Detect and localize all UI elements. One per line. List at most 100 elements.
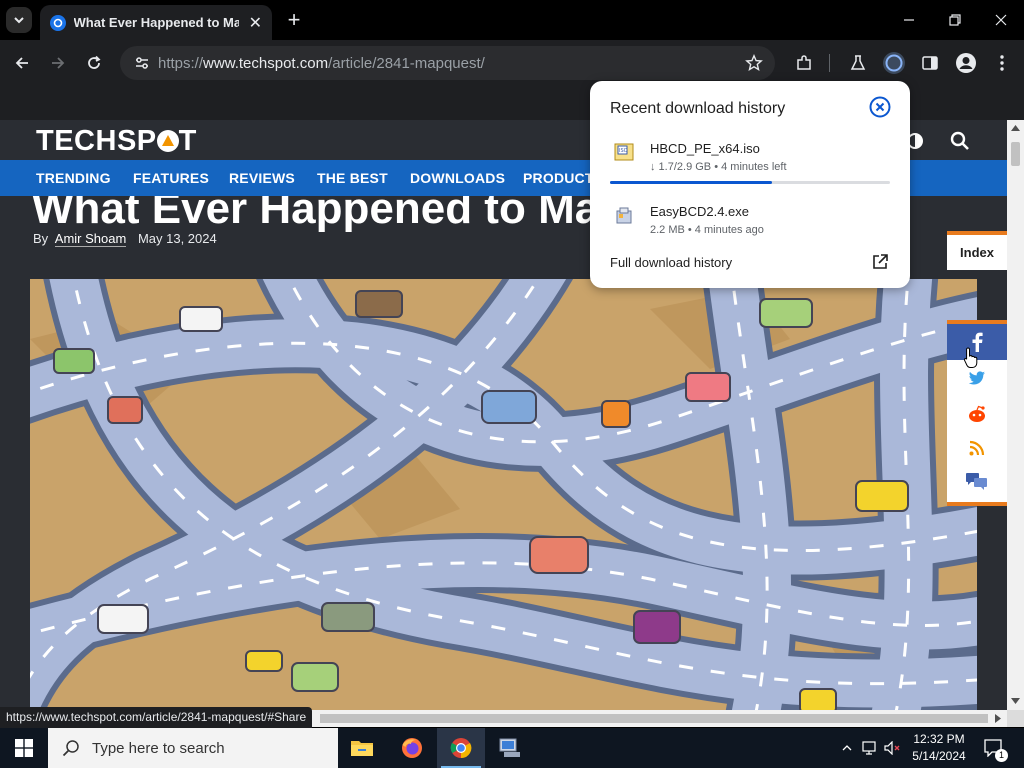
download-history-popup: Recent download history ISO HBCD_PE_x64.… [590,81,910,288]
nav-reviews[interactable]: REVIEWS [229,160,295,196]
site-info-icon[interactable] [128,55,156,71]
tab-title: What Ever Happened to MapQ [73,15,239,30]
tray-overflow-icon[interactable] [838,728,856,768]
download-status: ↓ 1.7/2.9 GB • 4 minutes left [650,161,787,173]
download-filename: HBCD_PE_x64.iso [650,141,760,156]
share-comments-button[interactable] [965,470,989,494]
share-rss-button[interactable] [965,436,989,460]
network-app-icon [499,738,520,757]
extensions-icon[interactable] [792,51,816,75]
full-download-history-link[interactable]: Full download history [610,255,732,270]
side-panel-icon[interactable] [918,51,942,75]
scroll-down-arrow-icon[interactable] [1011,698,1020,704]
clock-date: 5/14/2024 [912,749,966,763]
restore-icon [949,14,961,26]
toolbar-separator [829,54,830,72]
address-bar[interactable]: https://www.techspot.com/article/2841-ma… [120,46,775,80]
chrome-icon [450,738,472,759]
minimize-icon [904,19,914,21]
start-button[interactable] [0,728,48,768]
nav-trending[interactable]: TRENDING [36,160,111,196]
restore-button[interactable] [932,0,978,40]
window-close-button[interactable] [978,0,1024,40]
download-popup-title: Recent download history [610,100,786,117]
svg-text:ISO: ISO [619,148,628,154]
twitter-icon [968,371,985,385]
url-text: https://www.techspot.com/article/2841-ma… [158,54,485,72]
file-explorer-icon [351,741,373,756]
tab-search-button[interactable] [6,7,32,33]
browser-toolbar: https://www.techspot.com/article/2841-ma… [0,40,1024,86]
chevron-down-icon [14,17,24,24]
mouse-cursor-hand-icon [963,347,978,368]
taskbar-clock[interactable]: 12:32 PM 5/14/2024 [908,731,970,765]
download-item[interactable]: ISO HBCD_PE_x64.iso ↓ 1.7/2.9 GB • 4 min… [610,139,900,183]
forward-arrow-icon [52,57,65,69]
nav-downloads[interactable]: DOWNLOADS [410,160,505,196]
publish-date: May 13, 2024 [137,231,217,246]
hero-image [30,279,977,710]
scrollbar-thumb[interactable] [1011,142,1020,166]
back-button[interactable] [10,51,34,75]
forward-button[interactable] [46,51,70,75]
iso-file-icon: ISO [614,143,634,161]
network-tray-icon[interactable] [859,728,881,768]
nav-the-best[interactable]: THE BEST [317,160,388,196]
taskbar-chrome[interactable] [437,728,485,768]
bookmark-star-icon[interactable] [745,54,763,77]
back-arrow-icon [15,57,28,69]
profile-avatar-icon[interactable] [954,51,978,75]
comments-icon [966,473,987,490]
author-link[interactable]: Amir Shoam [54,231,127,247]
exe-file-icon [616,207,632,224]
scrollbar-corner [1007,710,1024,727]
logo-text-end: T [178,125,197,157]
downloads-progress-icon[interactable] [882,51,906,75]
scroll-right-arrow-icon[interactable] [995,714,1001,723]
download-filename: EasyBCD2.4.exe [650,204,749,219]
status-bar-url: https://www.techspot.com/article/2841-ma… [0,707,313,728]
close-icon [995,14,1007,26]
windows-taskbar: Type here to search 12:32 PM 5/14/2024 1 [0,728,1024,768]
labs-flask-icon[interactable] [846,51,870,75]
reload-icon [88,55,101,69]
taskbar-firefox[interactable] [388,728,436,768]
scroll-up-arrow-icon[interactable] [1011,125,1020,131]
vertical-scrollbar[interactable] [1007,120,1024,710]
share-reddit-button[interactable] [965,402,989,426]
download-item[interactable]: EasyBCD2.4.exe 2.2 MB • 4 minutes ago [610,202,900,246]
taskbar-network-app[interactable] [486,728,534,768]
chrome-favicon-icon [50,14,66,31]
action-center-button[interactable]: 1 [978,728,1010,768]
clock-time: 12:32 PM [913,732,965,746]
minimize-button[interactable] [886,0,932,40]
reload-button[interactable] [82,51,106,75]
tab-close-icon[interactable]: ✕ [249,13,262,33]
techspot-logo[interactable]: TECHSP T [36,125,197,158]
browser-titlebar: What Ever Happened to MapQ ✕ + [0,0,1024,40]
rss-icon [969,440,985,456]
taskbar-file-explorer[interactable] [338,728,386,768]
share-twitter-button[interactable] [965,366,989,390]
nav-features[interactable]: FEATURES [133,160,209,196]
search-icon[interactable] [950,131,970,151]
taskbar-search-box[interactable]: Type here to search [48,728,338,768]
notification-count-badge: 1 [995,749,1008,762]
highway-illustration [30,279,977,710]
firefox-icon [402,738,422,758]
hscrollbar-thumb[interactable] [320,714,988,723]
index-tab[interactable]: Index [947,231,1007,270]
search-placeholder: Type here to search [92,739,225,757]
reddit-icon [969,405,985,422]
download-status: 2.2 MB • 4 minutes ago [650,224,764,236]
logo-text: TECHSP [36,125,157,157]
nav-product[interactable]: PRODUCT [523,160,594,196]
download-progress-bar [610,181,890,184]
open-in-new-icon[interactable] [871,253,889,271]
more-menu-icon[interactable] [990,51,1014,75]
browser-tab[interactable]: What Ever Happened to MapQ ✕ [40,5,272,40]
new-tab-button[interactable]: + [282,7,306,32]
close-icon[interactable] [869,96,891,118]
volume-muted-icon[interactable] [882,728,904,768]
byline-prefix: By [33,231,49,246]
